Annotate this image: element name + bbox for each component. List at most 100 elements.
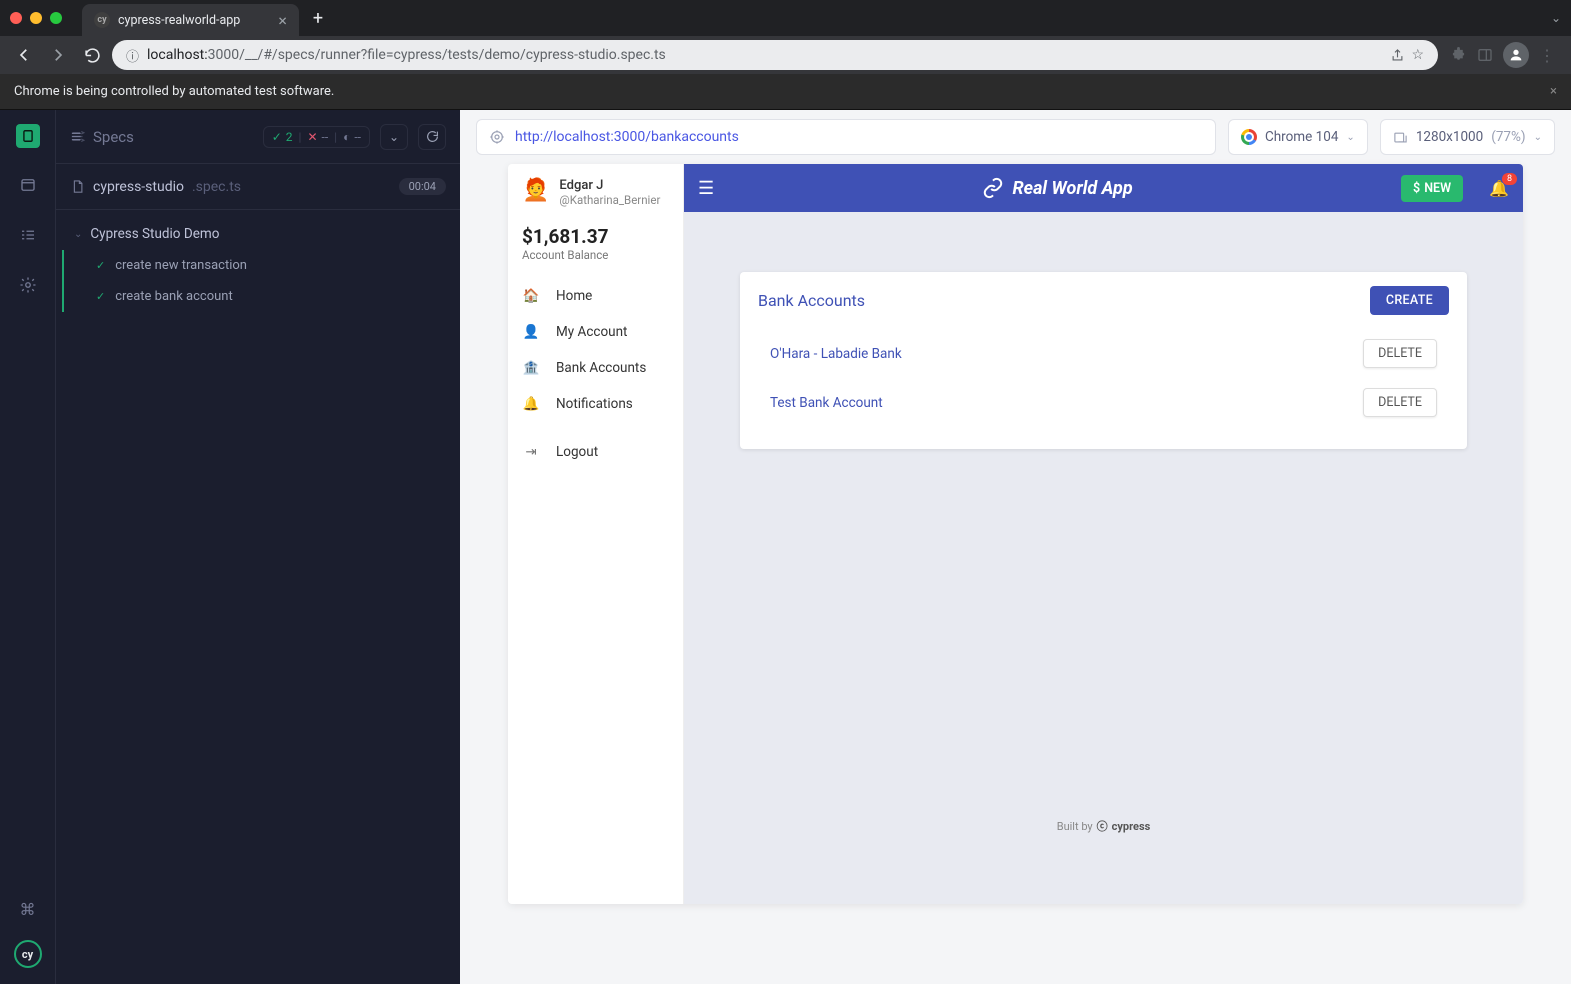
test-pass-check-icon: ✓ (96, 259, 105, 272)
settings-nav-icon[interactable] (15, 272, 41, 298)
address-bar[interactable]: ⓘ localhost:3000/__/#/specs/runner?file=… (112, 40, 1438, 70)
tab-close-icon[interactable]: × (278, 11, 287, 30)
footer-prefix: Built by (1057, 820, 1093, 833)
rwa-nav: 🏠Home 👤My Account 🏦Bank Accounts 🔔Notifi… (508, 278, 683, 470)
specs-nav-icon[interactable] (16, 124, 40, 148)
cypress-runner-panel: ⌘ cy Specs ✓ 2 | ✕ -- | ◐ (0, 110, 460, 984)
test-stats: ✓ 2 | ✕ -- | ◐ -- (263, 126, 370, 148)
share-icon[interactable] (1390, 48, 1405, 63)
nav-notifications[interactable]: 🔔Notifications (508, 386, 683, 422)
automation-infobar: Chrome is being controlled by automated … (0, 74, 1571, 110)
footer-brand: cypress (1112, 820, 1151, 833)
bookmark-star-icon[interactable]: ☆ (1411, 47, 1424, 63)
bank-accounts-card: Bank Accounts CREATE O'Hara - Labadie Ba… (740, 272, 1467, 449)
nav-home[interactable]: 🏠Home (508, 278, 683, 314)
hamburger-menu-icon[interactable]: ☰ (698, 178, 714, 199)
test-item[interactable]: ✓ create new transaction (62, 250, 460, 281)
nav-label: Bank Accounts (556, 360, 646, 376)
app-title: Real World App (728, 177, 1387, 199)
browser-tab-bar: cy cypress-realworld-app × + ⌄ (0, 0, 1571, 36)
new-btn-label: NEW (1424, 181, 1451, 196)
nav-label: Logout (556, 444, 598, 460)
kebab-menu-icon[interactable]: ⋮ (1539, 46, 1555, 65)
bell-icon: 🔔 (522, 396, 540, 412)
forward-button[interactable] (44, 41, 72, 69)
dollar-icon: $ (1413, 181, 1420, 196)
nav-bank-accounts[interactable]: 🏦Bank Accounts (508, 350, 683, 386)
spec-file-name: cypress-studio (93, 179, 184, 195)
nav-label: Home (556, 288, 592, 304)
bank-account-name[interactable]: O'Hara - Labadie Bank (770, 346, 902, 362)
delete-bank-account-button[interactable]: DELETE (1363, 339, 1437, 368)
delete-bank-account-button[interactable]: DELETE (1363, 388, 1437, 417)
new-transaction-button[interactable]: $ NEW (1401, 175, 1463, 202)
runner-header: Specs ✓ 2 | ✕ -- | ◐ -- ⌄ (56, 110, 460, 164)
chevron-down-icon: ⌄ (74, 229, 82, 240)
keyboard-shortcut-icon[interactable]: ⌘ (15, 896, 41, 922)
card-title: Bank Accounts (758, 291, 865, 310)
site-info-icon[interactable]: ⓘ (126, 46, 139, 65)
minimize-window-icon[interactable] (30, 12, 42, 24)
browser-selector[interactable]: Chrome 104 ⌄ (1228, 119, 1368, 155)
view-toggle-button[interactable]: ⌄ (380, 124, 408, 150)
nav-my-account[interactable]: 👤My Account (508, 314, 683, 350)
aut-iframe: 🧑‍🦰 Edgar J @Katharina_Bernier $1,681.37… (508, 164, 1523, 904)
url-text: localhost:3000/__/#/specs/runner?file=cy… (147, 47, 666, 63)
automation-message: Chrome is being controlled by automated … (14, 84, 334, 99)
tabs-chevron-down-icon[interactable]: ⌄ (1551, 11, 1561, 25)
viewport-selector[interactable]: 1280x1000 (77%) ⌄ (1380, 119, 1555, 155)
rwa-user-block: 🧑‍🦰 Edgar J @Katharina_Bernier (508, 178, 683, 219)
notification-badge: 8 (1502, 173, 1517, 185)
chrome-actions: ⋮ (1444, 42, 1561, 68)
profile-avatar-icon[interactable] (1503, 42, 1529, 68)
test-name: create new transaction (115, 258, 247, 273)
aut-url-bar: http://localhost:3000/bankaccounts (476, 119, 1216, 155)
bank-account-name[interactable]: Test Bank Account (770, 395, 883, 411)
fail-count: -- (322, 130, 329, 144)
rwa-main: ☰ Real World App $ NEW 🔔8 (684, 164, 1523, 904)
extensions-icon[interactable] (1450, 47, 1467, 64)
fail-x-icon: ✕ (307, 130, 317, 144)
pending-count: -- (354, 130, 361, 144)
debug-nav-icon[interactable] (15, 222, 41, 248)
spec-file-ext: .spec.ts (192, 179, 241, 195)
browser-tab[interactable]: cy cypress-realworld-app × (82, 4, 299, 36)
automation-close-icon[interactable]: × (1550, 84, 1557, 99)
cypress-brand-icon: ⓒ (1097, 818, 1108, 834)
restart-tests-button[interactable] (418, 124, 446, 150)
runs-nav-icon[interactable] (15, 172, 41, 198)
maximize-window-icon[interactable] (50, 12, 62, 24)
selector-playground-icon[interactable] (489, 129, 505, 145)
spec-file-row[interactable]: cypress-studio .spec.ts 00:04 (56, 164, 460, 210)
specs-collapse-icon[interactable] (70, 129, 85, 144)
create-bank-account-button[interactable]: CREATE (1370, 286, 1449, 315)
rwa-footer: Built by ⓒ cypress (740, 808, 1467, 844)
pass-count: 2 (286, 130, 293, 144)
browser-toolbar: ⓘ localhost:3000/__/#/specs/runner?file=… (0, 36, 1571, 74)
test-suite-name: Cypress Studio Demo (90, 226, 219, 242)
chevron-down-icon: ⌄ (1346, 132, 1354, 143)
new-tab-button[interactable]: + (313, 8, 323, 29)
viewport-pct: (77%) (1491, 129, 1525, 145)
test-suite-row[interactable]: ⌄ Cypress Studio Demo (56, 218, 460, 250)
reload-button[interactable] (78, 41, 106, 69)
notifications-bell[interactable]: 🔔8 (1489, 179, 1509, 198)
nav-logout[interactable]: ⇥ Logout (508, 434, 683, 470)
cypress-logo-icon[interactable]: cy (14, 940, 42, 968)
aut-url[interactable]: http://localhost:3000/bankaccounts (515, 129, 739, 145)
nav-label: My Account (556, 324, 627, 340)
logout-icon: ⇥ (522, 444, 540, 460)
tab-title: cypress-realworld-app (118, 13, 240, 28)
link-icon (982, 177, 1004, 199)
rwa-sidebar: 🧑‍🦰 Edgar J @Katharina_Bernier $1,681.37… (508, 164, 684, 904)
rwa-content: Bank Accounts CREATE O'Hara - Labadie Ba… (684, 212, 1523, 904)
aut-toolbar: http://localhost:3000/bankaccounts Chrom… (460, 110, 1571, 164)
user-avatar-icon: 🧑‍🦰 (522, 178, 549, 207)
test-item[interactable]: ✓ create bank account (62, 281, 460, 312)
back-button[interactable] (10, 41, 38, 69)
close-window-icon[interactable] (10, 12, 22, 24)
spec-timer: 00:04 (399, 178, 446, 195)
user-full-name: Edgar J (559, 178, 660, 193)
app-container: ⌘ cy Specs ✓ 2 | ✕ -- | ◐ (0, 110, 1571, 984)
side-panel-icon[interactable] (1477, 47, 1493, 63)
